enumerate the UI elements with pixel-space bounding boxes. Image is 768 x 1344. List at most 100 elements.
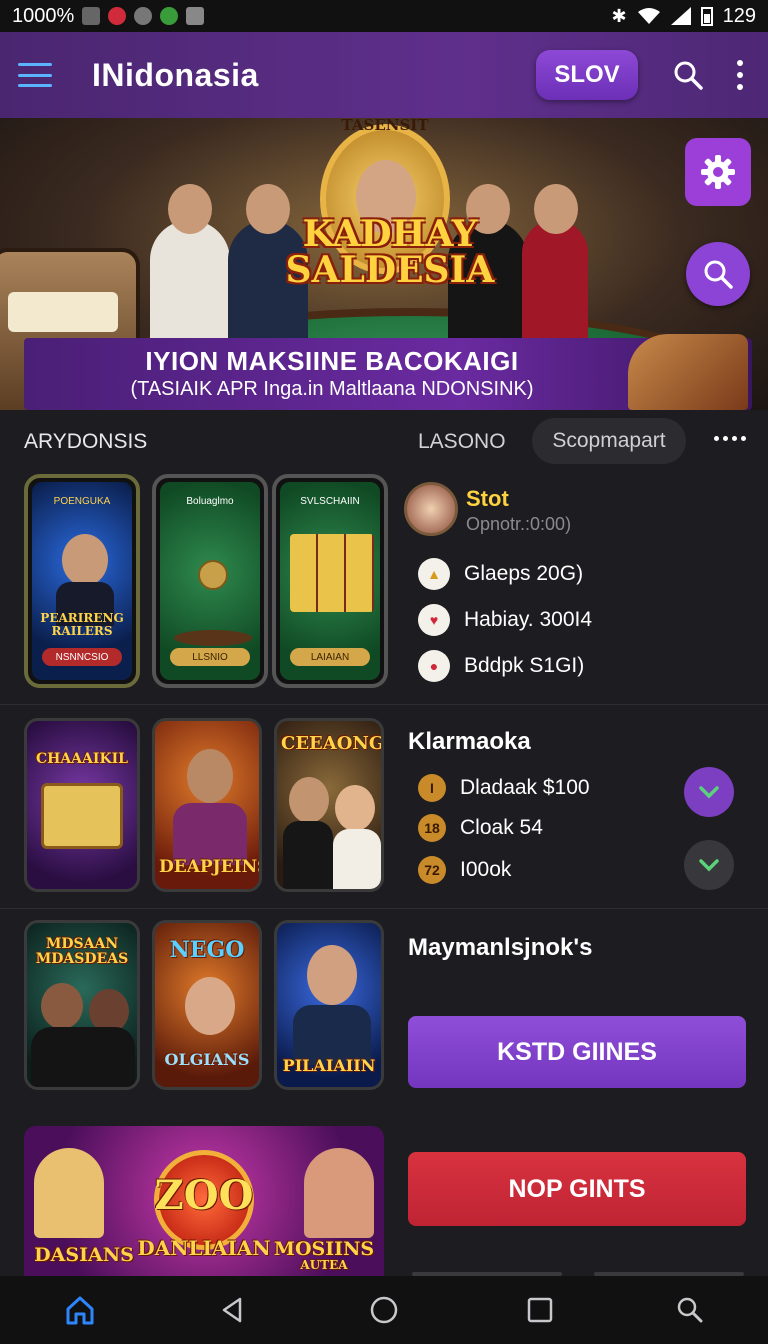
promo-banner[interactable]: IYION MAKSIINE BACOKAIGI (TASIAIK APR In… [24, 334, 752, 410]
slot-reels-image [290, 534, 374, 612]
list-item[interactable]: I Dladaak $100 [418, 770, 590, 806]
overflow-menu-icon[interactable] [730, 55, 750, 95]
slov-button[interactable]: SLOV [536, 50, 638, 100]
player-image [62, 534, 108, 586]
game-thumbnail[interactable]: DEAPJEINS [152, 718, 262, 892]
list-item-label: Habiay. 300I4 [464, 608, 593, 631]
back-icon[interactable] [212, 1290, 252, 1330]
gold-badge-icon: 18 [418, 814, 446, 842]
list-item[interactable]: ▲ Glaeps 20G) [418, 556, 583, 592]
app-notification-icon [108, 7, 127, 25]
status-right: ✱ 129 [612, 5, 756, 28]
hero-title-line2: SALDESIA [285, 249, 495, 291]
thumbnail-title: CEEAONG [281, 733, 384, 754]
game-thumbnail[interactable]: CEEAONG [274, 718, 384, 892]
game-thumbnail[interactable]: MDSAAN MDASDEAS [24, 920, 140, 1090]
primary-action-button[interactable]: KSTD GIINES [408, 1016, 746, 1088]
banner-left: DASIANS [34, 1244, 134, 1266]
game-thumbnail[interactable]: PILAIAIIN [274, 920, 384, 1090]
player-suit-image [31, 1027, 135, 1087]
profile-name: Stot [466, 486, 509, 511]
search-icon[interactable] [668, 55, 708, 95]
category-tabs: ARYDONSIS LASONO Scopmapart [0, 414, 768, 470]
list-item-label: Dladaak $100 [460, 776, 590, 799]
settings-gear-icon[interactable] [685, 138, 751, 206]
phone-top-label: SVLSCHAIIN [300, 496, 360, 507]
pedestal-image [174, 630, 252, 646]
banner-right: MOSIINS [273, 1238, 375, 1260]
divider [0, 908, 768, 909]
game-phone-card[interactable]: SVLSCHAIIN LAIAIAN [272, 474, 388, 688]
status-percent: 1000% [12, 4, 75, 27]
thumbnail-title: MDSAAN MDASDEAS [35, 936, 129, 967]
thumbnail-title: NEGO [169, 937, 245, 963]
navigation-bar [0, 1276, 768, 1344]
list-item-label: Glaeps 20G) [464, 562, 584, 585]
home-icon[interactable] [60, 1290, 100, 1330]
list-item[interactable]: 72 I00ok [418, 852, 511, 888]
game-phone-card[interactable]: POENGUKA PEARIRENG RAILERS NSNNCSIO [24, 474, 140, 688]
home-circle-icon[interactable] [364, 1290, 404, 1330]
phone-title: PEARIRENG RAILERS [40, 611, 124, 638]
phone-top-label: POENGUKA [53, 496, 111, 507]
dealer-image [187, 749, 233, 803]
game-thumbnail[interactable]: CHAAAIKIL [24, 718, 140, 892]
expand-chevron-icon[interactable] [684, 767, 734, 817]
thumbnail-subtitle: OLGIANS [164, 1050, 250, 1069]
avatar[interactable] [404, 482, 458, 536]
notification-icon [82, 7, 101, 25]
player-image [335, 785, 375, 831]
signal-icon [670, 7, 691, 25]
game-thumbnail[interactable]: NEGO OLGIANS [152, 920, 262, 1090]
wifi-icon [637, 8, 660, 24]
character-image [304, 1148, 374, 1238]
phone-play-button[interactable]: LAIAIAN [290, 648, 370, 666]
phone-top-label: Boluaglmo [186, 496, 234, 507]
list-item-label: Bddpk S1GI) [464, 654, 585, 677]
list-item[interactable]: ● Bddpk S1GI) [418, 648, 584, 684]
game-phone-card[interactable]: Boluaglmo LLSNIO [152, 474, 268, 688]
hero-title: KADHAY SALDESIA [270, 216, 510, 288]
player-image [289, 777, 329, 823]
banner-center-big: ZOO [154, 1172, 254, 1219]
danger-action-button[interactable]: NOP GINTS [408, 1152, 746, 1226]
list-item[interactable]: 18 Cloak 54 [418, 810, 543, 846]
chat-notification-icon [134, 7, 153, 25]
hero-title-line1: KADHAY [302, 213, 478, 255]
tab-lasono[interactable]: LASONO [418, 430, 506, 454]
player-suit-image [283, 821, 333, 889]
list-item-label: Cloak 54 [460, 816, 543, 839]
character-image [34, 1148, 104, 1238]
banner-center: DANLIAIAN [137, 1236, 271, 1260]
battery-icon [700, 7, 713, 26]
hamburger-menu-icon[interactable] [18, 63, 52, 87]
dealer-suit-image [173, 803, 247, 865]
hero-badge: TASENSIT [341, 118, 429, 134]
heart-icon: ♥ [418, 604, 450, 636]
list-item[interactable]: ♥ Habiay. 300I4 [418, 602, 592, 638]
player-dress-image [333, 829, 381, 889]
section-heading: Klarmaoka [408, 728, 531, 755]
divider [0, 704, 768, 705]
floating-search-icon[interactable] [686, 242, 750, 306]
phone-play-button[interactable]: LLSNIO [170, 648, 250, 666]
phone-play-button[interactable]: NSNNCSIO [42, 648, 122, 666]
gold-badge-icon: 72 [418, 856, 446, 884]
slot-machine-image [41, 783, 123, 849]
expand-chevron-icon[interactable] [684, 840, 734, 890]
player-image [41, 983, 83, 1029]
thumbnail-title: DEAPJEINS [159, 857, 262, 877]
tab-arydonsis[interactable]: ARYDONSIS [24, 430, 147, 454]
player-image [185, 977, 235, 1035]
status-left: 1000% [12, 4, 205, 28]
more-tabs-icon[interactable] [714, 436, 746, 441]
promo-banner-card[interactable]: ZOO DANLIAIAN DASIANS MOSIINS AUTEA [24, 1126, 384, 1276]
recents-icon[interactable] [520, 1290, 560, 1330]
nav-search-icon[interactable] [670, 1290, 710, 1330]
promo-character-image [628, 334, 748, 410]
list-item-label: I00ok [460, 858, 512, 881]
tab-scopmapart[interactable]: Scopmapart [532, 418, 686, 464]
dealer-figure [150, 184, 230, 350]
promo-subline: (TASIAIK APR Inga.in Maltlaana NDONSINK) [130, 378, 534, 400]
app-bar: INidonasia SLOV [0, 32, 768, 118]
